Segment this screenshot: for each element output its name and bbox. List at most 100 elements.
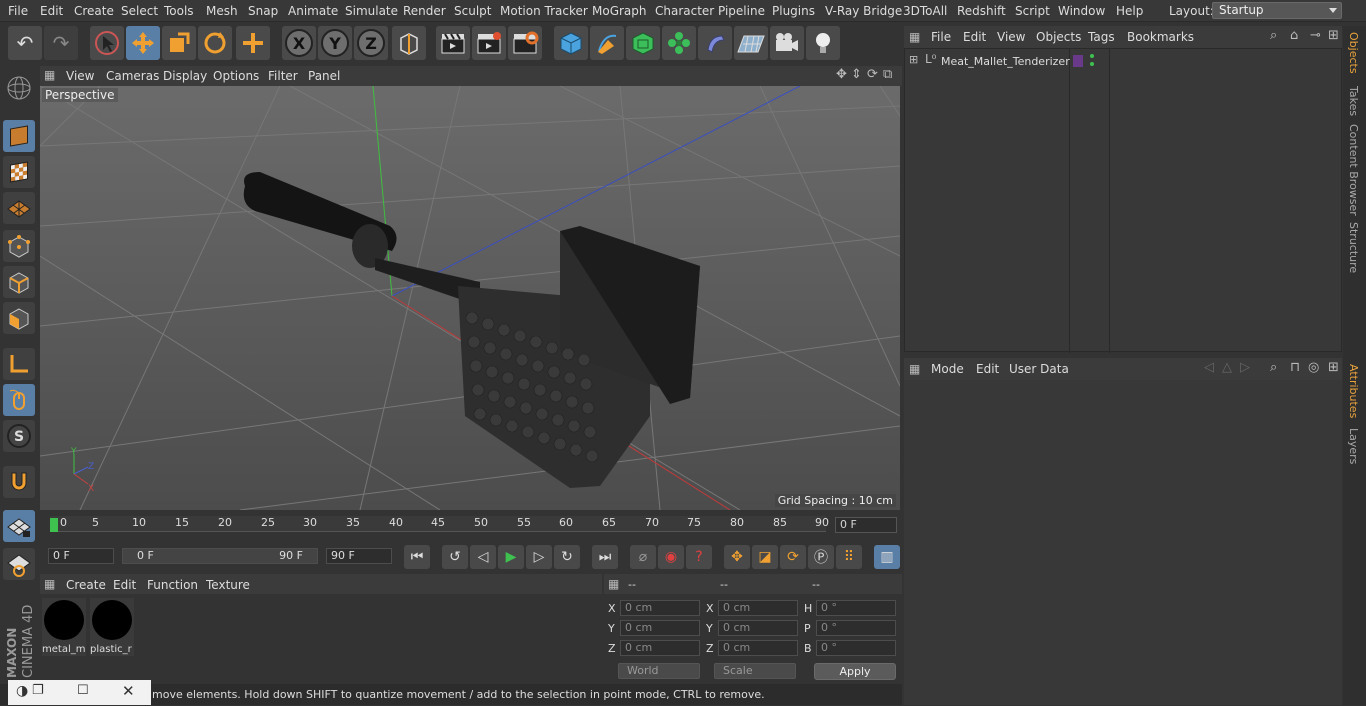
objects-menu-view[interactable]: View	[997, 30, 1025, 44]
menu-create[interactable]: Create	[74, 4, 114, 18]
viewport-menu-options[interactable]: Options	[213, 69, 259, 83]
menu-pipeline[interactable]: Pipeline	[718, 4, 765, 18]
axis-mode-button[interactable]	[3, 348, 35, 380]
make-editable-button[interactable]	[3, 72, 35, 104]
object-name[interactable]: Meat_Mallet_Tenderizer	[941, 55, 1070, 68]
grid-lock-button[interactable]	[3, 510, 35, 542]
move-tool-button[interactable]	[126, 26, 160, 60]
viewport-menu-display[interactable]: Display	[163, 69, 207, 83]
layout-select[interactable]: Startup	[1212, 2, 1342, 19]
timeline[interactable]: 0 5 10 15 20 25 30 35 40 45 50 55 60 65 …	[40, 512, 902, 542]
timeline-ruler[interactable]: 0 5 10 15 20 25 30 35 40 45 50 55 60 65 …	[50, 516, 829, 532]
objects-menu-tags[interactable]: Tags	[1088, 30, 1115, 44]
restore-icon[interactable]: ❐	[32, 683, 44, 698]
size-y-field[interactable]: 0 cm	[718, 620, 798, 636]
menu-select[interactable]: Select	[121, 4, 158, 18]
texture-mode-button[interactable]	[3, 156, 35, 188]
record-keys-button[interactable]: ⌀	[630, 545, 656, 569]
key-parameter-button[interactable]: Ⓟ	[808, 545, 834, 569]
menu-tools[interactable]: Tools	[164, 4, 194, 18]
add-environment-button[interactable]	[734, 26, 768, 60]
rot-b-field[interactable]: 0 °	[816, 640, 896, 656]
polygons-mode-button[interactable]	[3, 302, 35, 334]
expand-icon[interactable]: ⊞	[909, 53, 918, 66]
add-cube-button[interactable]	[554, 26, 588, 60]
new-window-icon[interactable]: ⊞	[1328, 360, 1339, 375]
viewport-menu-filter[interactable]: Filter	[268, 69, 298, 83]
end-frame-field[interactable]: 90 F	[326, 548, 392, 564]
menu-snap[interactable]: Snap	[248, 4, 278, 18]
coordinate-system-button[interactable]	[392, 26, 426, 60]
dolly-view-icon[interactable]: ⇕	[851, 67, 862, 82]
menu-plugins[interactable]: Plugins	[772, 4, 815, 18]
apply-button[interactable]: Apply	[814, 663, 896, 680]
menu-animate[interactable]: Animate	[288, 4, 338, 18]
lock-y-button[interactable]: Y	[318, 26, 352, 60]
snap-button[interactable]	[3, 466, 35, 498]
transform-tool-button[interactable]	[236, 26, 270, 60]
size-mode-select[interactable]: Scale	[714, 663, 796, 679]
menu-mograph[interactable]: MoGraph	[592, 4, 647, 18]
autokeying-button[interactable]: ◉	[658, 545, 684, 569]
pos-x-field[interactable]: 0 cm	[620, 600, 700, 616]
rotate-tool-button[interactable]	[198, 26, 232, 60]
menu-3dtoall[interactable]: 3DToAll	[903, 4, 947, 18]
layer-color-swatch[interactable]	[1073, 55, 1083, 67]
playhead[interactable]	[50, 518, 58, 532]
object-row[interactable]: ⊞ L⁰ Meat_Mallet_Tenderizer	[905, 51, 1343, 71]
menu-file[interactable]: File	[8, 4, 28, 18]
camera-label[interactable]: Perspective	[42, 88, 118, 102]
objects-menu-bookmarks[interactable]: Bookmarks	[1127, 30, 1194, 44]
workplane-lock-button[interactable]	[3, 548, 35, 580]
workplane-mode-button[interactable]	[3, 192, 35, 224]
previous-key-button[interactable]: ↺	[442, 545, 468, 569]
menu-mesh[interactable]: Mesh	[206, 4, 238, 18]
go-to-start-button[interactable]: ⏮	[404, 545, 430, 569]
add-camera-button[interactable]	[770, 26, 804, 60]
model-mode-button[interactable]	[3, 120, 35, 152]
tab-takes[interactable]: Takes	[1347, 86, 1360, 116]
menu-help[interactable]: Help	[1116, 4, 1143, 18]
key-scale-button[interactable]: ◪	[752, 545, 778, 569]
pan-view-icon[interactable]: ✥	[836, 67, 847, 82]
render-visibility-dot[interactable]	[1090, 62, 1094, 66]
scale-tool-button[interactable]	[162, 26, 196, 60]
menu-motion-tracker[interactable]: Motion Tracker	[500, 4, 588, 18]
forward-arrow-icon[interactable]: ▷	[1240, 360, 1250, 375]
render-view-button[interactable]	[436, 26, 470, 60]
key-rotation-button[interactable]: ⟳	[780, 545, 806, 569]
key-pla-button[interactable]: ⠿	[836, 545, 862, 569]
undo-button[interactable]: ↶	[8, 26, 42, 60]
add-mograph-button[interactable]	[662, 26, 696, 60]
editor-visibility-dot[interactable]	[1090, 54, 1094, 58]
material-menu-function[interactable]: Function	[147, 578, 198, 592]
viewport-menu-view[interactable]: View	[66, 69, 94, 83]
viewport-menu-cameras[interactable]: Cameras	[106, 69, 159, 83]
menu-character[interactable]: Character	[655, 4, 714, 18]
next-frame-button[interactable]: ▷	[526, 545, 552, 569]
maximize-icon[interactable]: ☐	[77, 683, 89, 698]
points-mode-button[interactable]	[3, 230, 35, 262]
pos-z-field[interactable]: 0 cm	[620, 640, 700, 656]
menu-simulate[interactable]: Simulate	[345, 4, 398, 18]
previous-frame-button[interactable]: ◁	[470, 545, 496, 569]
objects-menu-file[interactable]: File	[931, 30, 951, 44]
menu-window[interactable]: Window	[1058, 4, 1105, 18]
attributes-menu-user-data[interactable]: User Data	[1009, 362, 1069, 376]
lock-x-button[interactable]: X	[282, 26, 316, 60]
back-icon[interactable]: ⊸	[1310, 28, 1321, 43]
add-generator-button[interactable]	[626, 26, 660, 60]
tab-attributes[interactable]: Attributes	[1347, 364, 1360, 418]
key-position-button[interactable]: ✥	[724, 545, 750, 569]
back-arrow-icon[interactable]: ◁	[1204, 360, 1214, 375]
rotate-view-icon[interactable]: ⟳	[867, 67, 878, 82]
coordinate-space-select[interactable]: World	[618, 663, 700, 679]
current-frame-field[interactable]: 0 F	[835, 517, 897, 533]
redo-button[interactable]: ↷	[44, 26, 78, 60]
render-settings-button[interactable]	[508, 26, 542, 60]
search-icon[interactable]: ⌕	[1270, 360, 1277, 375]
material-menu-texture[interactable]: Texture	[206, 578, 250, 592]
select-tool-button[interactable]	[90, 26, 124, 60]
add-spline-button[interactable]	[590, 26, 624, 60]
tab-content-browser[interactable]: Content Browser	[1347, 124, 1360, 216]
